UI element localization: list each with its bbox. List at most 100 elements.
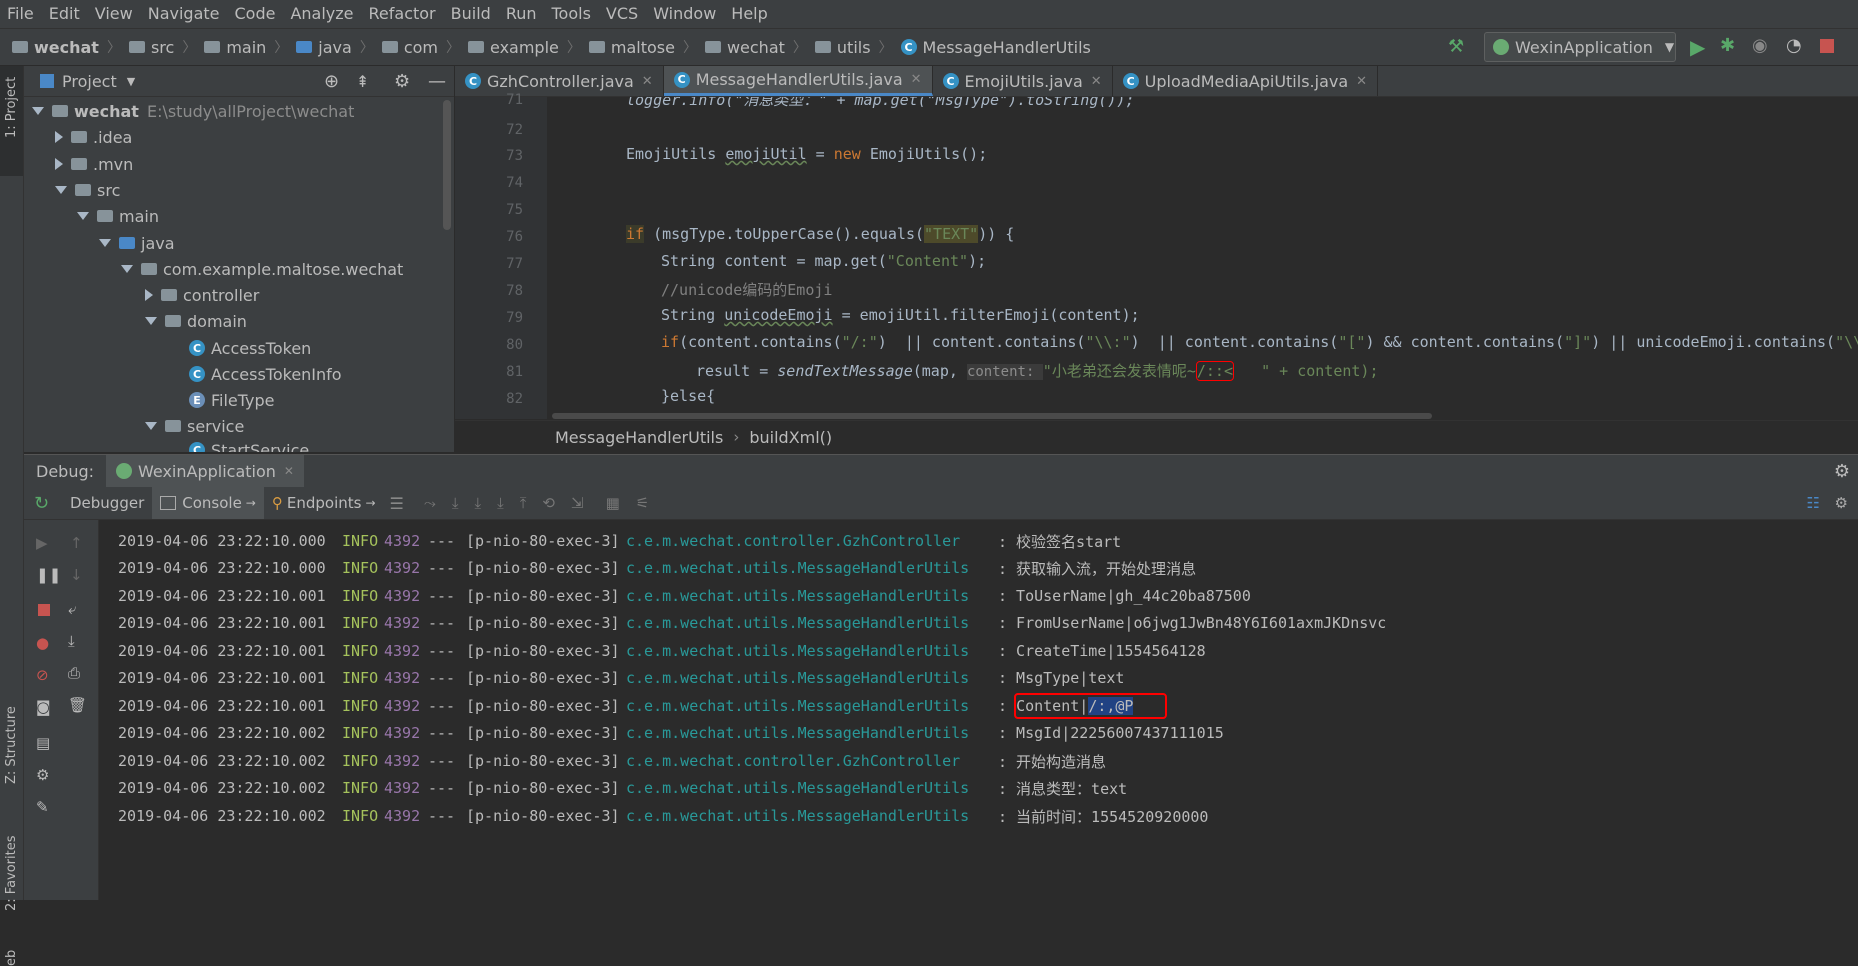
tree-item-idea[interactable]: .idea [55,124,132,150]
close-icon[interactable]: ✕ [1356,74,1367,89]
run-icon[interactable]: ▶ [1690,35,1705,59]
close-icon[interactable]: ✕ [284,464,294,478]
coverage-icon[interactable]: ◉ [1752,35,1768,56]
mute-breakpoints-icon[interactable]: ⊘ [36,666,49,684]
debug-icon[interactable]: ✱ [1720,35,1735,56]
tree-item-main[interactable]: main [77,203,159,229]
up-arrow-icon[interactable]: ↑ [70,534,83,552]
tab-emojiutils[interactable]: C EmojiUtils.java ✕ [933,66,1113,96]
down-arrow-icon[interactable]: ↓ [70,566,83,584]
breadcrumb-example[interactable]: example 〉 [468,37,581,57]
step-out-icon[interactable]: ⤒ [520,494,527,512]
menu-help[interactable]: Help [724,0,775,28]
code-line-80: if(content.contains("/:") || content.con… [661,333,1858,351]
tree-item-src[interactable]: src [55,177,120,203]
soft-wrap-icon[interactable]: ⤶ [68,600,76,618]
menu-tools[interactable]: Tools [545,0,599,28]
tree-item-java[interactable]: java [99,230,175,256]
menu-build[interactable]: Build [444,0,499,28]
show-execution-point-icon[interactable]: ⤳ [424,494,436,512]
tab-uploadmediaapiutils[interactable]: C UploadMediaApiUtils.java ✕ [1113,66,1379,96]
menu-code[interactable]: Code [228,0,284,28]
project-tool-label[interactable]: 1: Project [4,77,19,138]
layout-icon[interactable]: ▤ [36,734,50,752]
profile-icon[interactable]: ◔ [1786,35,1802,56]
pin-icon[interactable]: ✎ [36,798,49,816]
tree-item-controller[interactable]: controller [145,282,259,308]
menu-edit[interactable]: Edit [42,0,88,28]
footer-crumb-method[interactable]: buildXml() [749,428,832,447]
pause-icon[interactable]: ❚❚ [36,566,61,584]
print-icon[interactable]: ⎙ [68,664,80,682]
menu-vcs[interactable]: VCS [599,0,646,28]
project-view-title[interactable]: Project [62,72,117,91]
breadcrumb-maltose[interactable]: maltose 〉 [588,37,697,57]
menu-lines-icon[interactable]: ☰ [390,494,404,513]
tree-item-accesstokeninfo[interactable]: C AccessTokenInfo [189,361,342,387]
close-icon[interactable]: ✕ [1091,74,1102,89]
tab-console[interactable]: Console → [152,487,264,519]
close-icon[interactable]: ✕ [911,72,922,87]
camera-icon[interactable]: ◙ [36,698,51,716]
drop-frame-icon[interactable]: ⟲ [542,494,555,512]
breadcrumb-wechat[interactable]: wechat 〉 [12,37,121,57]
locate-icon[interactable]: ⊕ [324,71,339,92]
menu-navigate[interactable]: Navigate [141,0,228,28]
breadcrumb-com[interactable]: com 〉 [381,37,460,57]
menu-window[interactable]: Window [646,0,724,28]
breadcrumb-java[interactable]: java 〉 [296,37,374,57]
project-scrollbar[interactable] [443,100,451,230]
menu-analyze[interactable]: Analyze [283,0,361,28]
tree-item-package[interactable]: com.example.maltose.wechat [121,256,403,282]
force-step-into-icon[interactable]: ⤓ [497,494,504,512]
menu-view[interactable]: View [88,0,141,28]
run-configuration-selector[interactable]: WexinApplication ▼ [1484,32,1676,62]
settings-icon[interactable]: ⚙ [36,766,49,784]
scroll-to-end-icon[interactable]: ⤓ [68,632,75,650]
tree-item-wechat[interactable]: wechat E:\study\allProject\wechat [32,98,354,124]
tab-messagehandlerutils[interactable]: C MessageHandlerUtils.java ✕ [663,66,933,96]
tree-item-domain[interactable]: domain [145,308,247,334]
debug-session-tab[interactable]: WexinApplication ✕ [106,455,304,487]
horizontal-scrollbar[interactable] [552,413,1432,419]
tree-item-accesstoken[interactable]: C AccessToken [189,335,311,361]
close-icon[interactable]: ✕ [642,74,653,89]
resume-icon[interactable]: ▶ [36,534,48,552]
footer-crumb-class[interactable]: MessageHandlerUtils [555,428,723,447]
settings-layout-icon[interactable]: ⚙ [1835,494,1848,512]
menu-file[interactable]: File [0,0,42,28]
step-into-icon[interactable]: ⤓ [475,494,482,512]
tree-item-filetype[interactable]: E FileType [189,387,275,413]
rerun-icon[interactable]: ↻ [34,493,58,514]
gear-icon[interactable]: ⚙ [394,71,410,92]
web-tool-label[interactable]: eb [4,950,19,966]
breadcrumb-wechat-package[interactable]: wechat 〉 [704,37,807,57]
chevron-down-icon[interactable]: ▼ [127,75,135,88]
hide-icon[interactable]: — [428,71,446,92]
evaluate-icon[interactable]: ▦ [606,494,620,512]
step-over-icon[interactable]: ⤓ [452,494,459,512]
stop-icon[interactable] [38,604,50,616]
restore-layout-icon[interactable]: ☷ [1807,494,1820,512]
breadcrumb-messagehandlerutils[interactable]: C MessageHandlerUtils [900,38,1091,57]
tab-endpoints[interactable]: ⚲ Endpoints → [272,494,376,512]
breadcrumb-utils[interactable]: utils 〉 [814,37,893,57]
run-to-cursor-icon[interactable]: ⇲ [571,494,584,512]
tree-item-mvn[interactable]: .mvn [55,151,133,177]
tree-item-startservice[interactable]: C StartService [189,440,309,452]
tab-debugger[interactable]: Debugger [70,494,144,512]
collapse-all-icon[interactable]: ⇞ [356,72,369,91]
menu-refactor[interactable]: Refactor [362,0,444,28]
breadcrumb-main[interactable]: main 〉 [204,37,288,57]
menu-run[interactable]: Run [499,0,545,28]
trace-icon[interactable]: ⚟ [636,494,649,512]
structure-tool-label[interactable]: Z: Structure [4,706,19,784]
clear-all-icon[interactable]: 🗑 [68,696,87,714]
build-hammer-icon[interactable]: ⚒ [1448,36,1464,57]
code-line-81: result = sendTextMessage(map, content: "… [696,361,1379,381]
tree-item-service[interactable]: service [145,413,244,439]
breadcrumb-src[interactable]: src 〉 [128,37,196,57]
gear-icon[interactable]: ⚙ [1834,461,1850,482]
view-breakpoints-icon[interactable]: ● [36,634,49,652]
stop-icon[interactable] [1820,39,1834,53]
